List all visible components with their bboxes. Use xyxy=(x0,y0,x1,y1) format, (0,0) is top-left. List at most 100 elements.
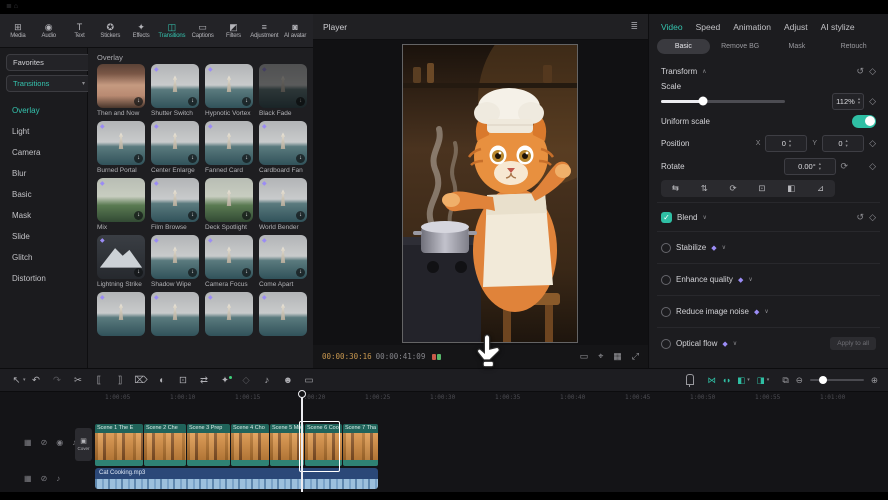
transition-card-film-browse[interactable]: ◆↓Film Browse xyxy=(151,178,199,233)
reset-icon[interactable]: ↺ xyxy=(857,212,865,223)
stepper-icon[interactable]: ▴▾ xyxy=(789,139,791,148)
transition-card-camera-focus[interactable]: ◆↓Camera Focus xyxy=(205,235,253,290)
timeline[interactable]: 1:00:05 1:00:10 1:00:15 1:00:20 1:00:25 … xyxy=(0,392,888,492)
transition-card-lightning-strike[interactable]: ◆↓Lightning Strike xyxy=(97,235,145,290)
video-preview[interactable] xyxy=(402,44,578,343)
preview-split-icon[interactable]: ⋈ xyxy=(707,375,715,386)
transition-card-hypnotic-vortex[interactable]: ◆↓Hypnotic Vortex xyxy=(205,64,253,119)
tab-speed[interactable]: Speed xyxy=(696,22,721,32)
collapse-icon[interactable]: ∧ xyxy=(702,68,706,75)
transition-card-partial[interactable]: ◆ xyxy=(259,292,307,336)
mirror-icon[interactable]: ◧ xyxy=(787,183,795,194)
mute-track-icon[interactable]: ♪ xyxy=(56,474,60,483)
transition-card-partial[interactable]: ◆ xyxy=(205,292,253,336)
subtab-retouch[interactable]: Retouch xyxy=(827,39,880,54)
apply-to-all-button[interactable]: Apply to all xyxy=(830,337,876,350)
transition-card-fanned-card[interactable]: ◆↓Fanned Card xyxy=(205,121,253,176)
nav-ai-avatar[interactable]: ◙AI avatar xyxy=(280,22,310,39)
transition-card-burned-portal[interactable]: ◆↓Burned Portal xyxy=(97,121,145,176)
transition-card-come-apart[interactable]: ◆↓Come Apart xyxy=(259,235,307,290)
transition-card-shutter-switch[interactable]: ◆↓Shutter Switch xyxy=(151,64,199,119)
track-options-icon[interactable]: ▦ xyxy=(24,474,32,483)
nav-effects[interactable]: ✦Effects xyxy=(126,22,156,39)
nav-transitions[interactable]: ◫Transitions xyxy=(157,22,187,39)
sidebar-item-distortion[interactable]: Distortion xyxy=(0,268,88,289)
zoom-slider-handle[interactable] xyxy=(819,376,827,384)
keyframe-icon[interactable]: ◇ xyxy=(869,96,876,107)
chevron-down-icon[interactable]: ∨ xyxy=(748,276,752,283)
crop-icon[interactable]: ⊡ xyxy=(173,375,194,386)
ratio-icon[interactable]: ▭ xyxy=(580,351,589,362)
position-x-input[interactable]: 0 ▴▾ xyxy=(765,135,807,152)
mute-icon[interactable]: ♪ xyxy=(257,375,278,386)
uniform-scale-toggle[interactable] xyxy=(852,115,876,128)
level-icon[interactable]: ⊿ xyxy=(817,183,824,194)
enhance-quality-checkbox[interactable] xyxy=(661,275,671,285)
nav-audio[interactable]: ◉Audio xyxy=(34,22,64,39)
link-caret-icon[interactable]: ▾ xyxy=(747,377,750,383)
rotate-dial-icon[interactable]: ⟳ xyxy=(841,161,849,172)
snap-icon[interactable]: ◨ xyxy=(757,375,764,386)
link-icon[interactable]: ◧ xyxy=(737,375,744,386)
undo-icon[interactable]: ↶ xyxy=(26,375,47,386)
keyframe-icon[interactable]: ◇ xyxy=(869,212,876,223)
stepper-icon[interactable]: ▴▾ xyxy=(846,139,848,148)
nav-text[interactable]: TText xyxy=(65,22,95,39)
blend-checkbox[interactable]: ✓ xyxy=(661,212,672,223)
nav-stickers[interactable]: ✪Stickers xyxy=(95,22,125,39)
mask-icon[interactable]: ◐ xyxy=(152,375,173,386)
ratio-tool-icon[interactable]: ▭ xyxy=(299,375,320,386)
transition-card-deck-spotlight[interactable]: ↓Deck Spotlight xyxy=(205,178,253,233)
lock-track-icon[interactable]: ⊘ xyxy=(41,438,48,447)
reduce-noise-checkbox[interactable] xyxy=(661,307,671,317)
clip-scene-3[interactable]: Scene 3 Prep xyxy=(187,424,230,466)
nav-media[interactable]: ⊞Media xyxy=(3,22,33,39)
transition-card-then-and-now[interactable]: ↓Then and Now xyxy=(97,64,145,119)
sidebar-item-basic[interactable]: Basic xyxy=(0,184,88,205)
keyframe-icon[interactable]: ◇ xyxy=(869,138,876,149)
favorites-button[interactable]: Favorites xyxy=(6,54,92,71)
transition-card-partial[interactable]: ◆ xyxy=(97,292,145,336)
sidebar-item-glitch[interactable]: Glitch xyxy=(0,247,88,268)
category-dropdown[interactable]: Transitions ▾ xyxy=(6,75,92,92)
nav-adjustment[interactable]: ≡Adjustment xyxy=(249,22,279,39)
chevron-down-icon[interactable]: ∨ xyxy=(764,308,768,315)
hide-track-icon[interactable]: ◉ xyxy=(56,438,63,447)
rotate-input[interactable]: 0.00° ▴▾ xyxy=(784,158,836,175)
trim-right-icon[interactable]: ⟧ xyxy=(110,375,131,386)
clip-scene-2[interactable]: Scene 2 Che xyxy=(144,424,186,466)
sidebar-item-overlay[interactable]: Overlay xyxy=(0,100,88,121)
smart-edit-icon[interactable]: ✦ xyxy=(215,375,236,386)
quality-icon[interactable]: ▦ xyxy=(613,351,622,362)
rotate-90-icon[interactable]: ⟳ xyxy=(730,183,737,194)
tab-adjust[interactable]: Adjust xyxy=(784,22,808,32)
reset-icon[interactable]: ↺ xyxy=(857,66,865,77)
audio-clip[interactable]: Cat Cooking.mp3 xyxy=(95,468,378,489)
optical-flow-checkbox[interactable] xyxy=(661,339,671,349)
split-icon[interactable]: ✂ xyxy=(68,375,89,386)
subtab-remove-bg[interactable]: Remove BG xyxy=(714,39,767,54)
snapshot-icon[interactable]: ⌖ xyxy=(598,351,603,362)
stepper-icon[interactable]: ▴▾ xyxy=(819,162,821,171)
transition-card-black-fade[interactable]: ◆↓Black Fade xyxy=(259,64,307,119)
sidebar-item-mask[interactable]: Mask xyxy=(0,205,88,226)
snap-caret-icon[interactable]: ▾ xyxy=(767,377,770,383)
sidebar-item-light[interactable]: Light xyxy=(0,121,88,142)
transition-card-world-bender[interactable]: ◆↓World Bender xyxy=(259,178,307,233)
track-options-icon[interactable]: ▦ xyxy=(24,438,32,447)
clip-scene-6-selected[interactable]: Scene 6 Coo xyxy=(305,424,342,466)
clip-scene-4[interactable]: Scene 4 Cho xyxy=(231,424,269,466)
cover-button[interactable]: ▣ Cover xyxy=(75,428,92,461)
mirror-icon[interactable]: ⇄ xyxy=(194,375,215,386)
transition-card-cardboard-fan[interactable]: ◆↓Cardboard Fan xyxy=(259,121,307,176)
portrait-icon[interactable]: ☻ xyxy=(278,375,299,386)
clip-scene-7[interactable]: Scene 7 Tha xyxy=(343,424,378,466)
sidebar-item-camera[interactable]: Camera xyxy=(0,142,88,163)
keyframe-icon[interactable]: ◇ xyxy=(869,66,876,77)
zoom-out-icon[interactable]: ⊖ xyxy=(796,375,803,386)
subtab-basic[interactable]: Basic xyxy=(657,39,710,54)
zoom-in-icon[interactable]: ⊕ xyxy=(871,375,878,386)
position-y-input[interactable]: 0 ▴▾ xyxy=(822,135,864,152)
keyframe-tool-icon[interactable]: ◇ xyxy=(236,375,257,386)
scale-value-input[interactable]: 112% ▴▾ xyxy=(832,93,864,110)
